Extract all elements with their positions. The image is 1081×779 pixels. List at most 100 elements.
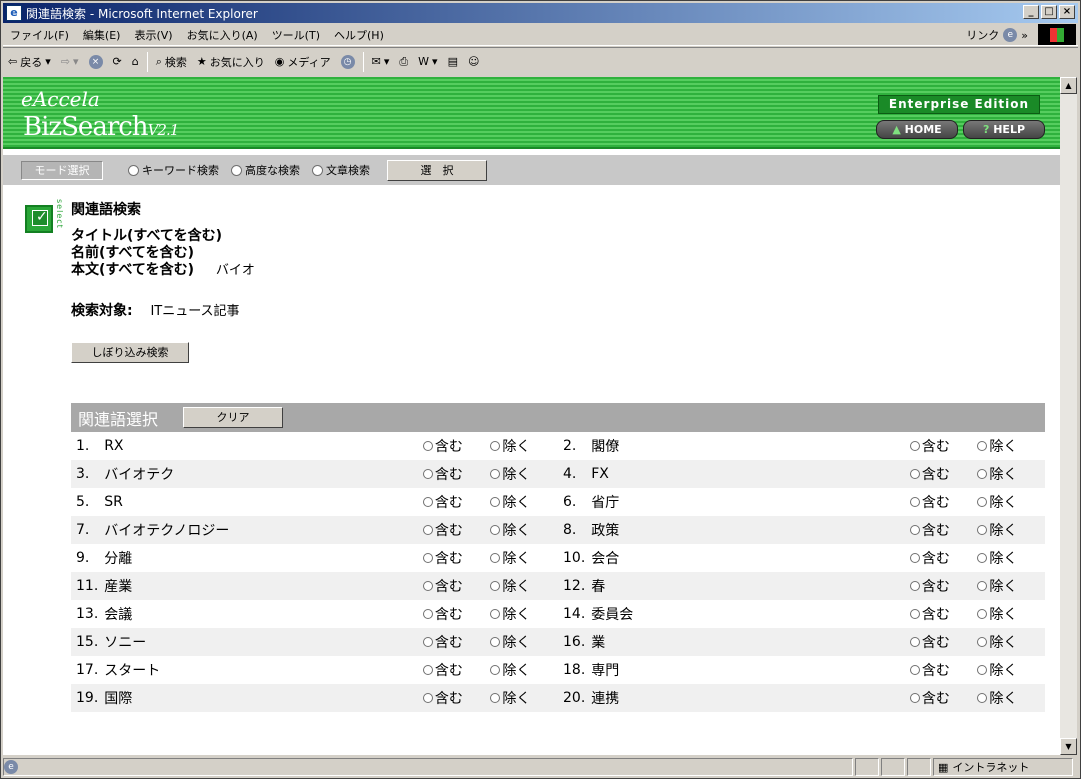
- include-radio[interactable]: [909, 553, 920, 563]
- include-radio[interactable]: [909, 609, 920, 619]
- exclude-option[interactable]: 除く: [977, 492, 1045, 512]
- scroll-up-button[interactable]: ▲: [1060, 77, 1077, 94]
- include-option[interactable]: 含む: [909, 660, 978, 680]
- include-option[interactable]: 含む: [422, 548, 491, 568]
- exclude-option[interactable]: 除く: [977, 576, 1045, 596]
- include-radio[interactable]: [422, 665, 433, 675]
- exclude-option[interactable]: 除く: [490, 548, 558, 568]
- exclude-radio[interactable]: [490, 609, 501, 619]
- exclude-radio[interactable]: [977, 469, 988, 479]
- exclude-radio[interactable]: [490, 693, 501, 703]
- include-option[interactable]: 含む: [422, 632, 491, 652]
- home-toolbar-button[interactable]: ⌂: [127, 55, 144, 68]
- include-option[interactable]: 含む: [909, 464, 978, 484]
- exclude-option[interactable]: 除く: [977, 660, 1045, 680]
- include-option[interactable]: 含む: [422, 520, 491, 540]
- exclude-radio[interactable]: [490, 665, 501, 675]
- exclude-radio[interactable]: [490, 553, 501, 563]
- exclude-radio[interactable]: [977, 665, 988, 675]
- refine-search-button[interactable]: しぼり込み検索: [71, 342, 189, 363]
- close-button[interactable]: ×: [1059, 5, 1075, 19]
- include-radio[interactable]: [422, 525, 433, 535]
- home-button[interactable]: ▲ HOME: [876, 120, 958, 139]
- include-option[interactable]: 含む: [422, 604, 491, 624]
- exclude-radio[interactable]: [490, 525, 501, 535]
- menu-edit[interactable]: 編集(E): [76, 27, 128, 43]
- menu-favorites[interactable]: お気に入り(A): [180, 27, 265, 43]
- search-button[interactable]: ⌕ 検索: [151, 54, 192, 70]
- exclude-radio[interactable]: [977, 553, 988, 563]
- include-option[interactable]: 含む: [909, 688, 978, 708]
- include-option[interactable]: 含む: [422, 436, 491, 456]
- menu-tools[interactable]: ツール(T): [265, 27, 327, 43]
- stop-button[interactable]: ×: [84, 54, 108, 69]
- exclude-radio[interactable]: [490, 497, 501, 507]
- include-radio[interactable]: [909, 497, 920, 507]
- exclude-option[interactable]: 除く: [490, 576, 558, 596]
- mode-document-option[interactable]: 文章検索: [312, 162, 370, 178]
- mode-keyword-radio[interactable]: [128, 164, 139, 176]
- exclude-option[interactable]: 除く: [490, 604, 558, 624]
- exclude-radio[interactable]: [977, 441, 988, 451]
- favorites-button[interactable]: ★ お気に入り: [192, 54, 270, 70]
- menu-file[interactable]: ファイル(F): [3, 27, 76, 43]
- exclude-option[interactable]: 除く: [977, 548, 1045, 568]
- exclude-option[interactable]: 除く: [490, 688, 558, 708]
- include-radio[interactable]: [909, 665, 920, 675]
- messenger-button[interactable]: ☺: [463, 55, 484, 68]
- exclude-option[interactable]: 除く: [490, 492, 558, 512]
- include-option[interactable]: 含む: [909, 436, 978, 456]
- include-option[interactable]: 含む: [909, 548, 978, 568]
- exclude-radio[interactable]: [977, 637, 988, 647]
- include-radio[interactable]: [422, 441, 433, 451]
- exclude-option[interactable]: 除く: [490, 660, 558, 680]
- exclude-option[interactable]: 除く: [977, 688, 1045, 708]
- exclude-option[interactable]: 除く: [977, 604, 1045, 624]
- include-option[interactable]: 含む: [422, 576, 491, 596]
- include-radio[interactable]: [422, 497, 433, 507]
- exclude-option[interactable]: 除く: [977, 632, 1045, 652]
- exclude-option[interactable]: 除く: [977, 436, 1045, 456]
- menu-view[interactable]: 表示(V): [127, 27, 179, 43]
- exclude-radio[interactable]: [977, 581, 988, 591]
- minimize-button[interactable]: _: [1023, 5, 1039, 19]
- include-option[interactable]: 含む: [422, 492, 491, 512]
- include-radio[interactable]: [422, 469, 433, 479]
- include-radio[interactable]: [909, 693, 920, 703]
- include-radio[interactable]: [909, 525, 920, 535]
- exclude-radio[interactable]: [977, 497, 988, 507]
- mode-document-radio[interactable]: [312, 164, 323, 176]
- exclude-option[interactable]: 除く: [977, 520, 1045, 540]
- clear-button[interactable]: クリア: [183, 407, 284, 428]
- scroll-down-button[interactable]: ▼: [1060, 738, 1077, 755]
- media-button[interactable]: ◉ メディア: [270, 54, 336, 70]
- include-option[interactable]: 含む: [422, 660, 491, 680]
- mode-keyword-option[interactable]: キーワード検索: [128, 162, 219, 178]
- include-radio[interactable]: [422, 693, 433, 703]
- mode-advanced-option[interactable]: 高度な検索: [231, 162, 300, 178]
- exclude-option[interactable]: 除く: [977, 464, 1045, 484]
- links-more[interactable]: »: [1021, 29, 1028, 42]
- exclude-radio[interactable]: [490, 441, 501, 451]
- exclude-option[interactable]: 除く: [490, 632, 558, 652]
- mode-select-button[interactable]: 選 択: [387, 159, 487, 181]
- maximize-button[interactable]: □: [1041, 5, 1057, 19]
- include-radio[interactable]: [422, 553, 433, 563]
- include-option[interactable]: 含む: [422, 688, 491, 708]
- link-ie-icon[interactable]: e: [1003, 28, 1018, 42]
- include-radio[interactable]: [422, 581, 433, 591]
- mail-button[interactable]: ✉ ▾: [367, 55, 395, 68]
- include-radio[interactable]: [422, 609, 433, 619]
- forward-button[interactable]: ⇨ ▾: [56, 55, 84, 68]
- include-option[interactable]: 含む: [909, 632, 978, 652]
- refresh-button[interactable]: ⟳: [108, 55, 127, 68]
- exclude-option[interactable]: 除く: [490, 520, 558, 540]
- menu-help[interactable]: ヘルプ(H): [327, 27, 391, 43]
- include-radio[interactable]: [909, 441, 920, 451]
- discuss-button[interactable]: ▤: [443, 55, 463, 68]
- include-option[interactable]: 含む: [909, 576, 978, 596]
- include-option[interactable]: 含む: [909, 520, 978, 540]
- links-label[interactable]: リンク: [966, 27, 999, 43]
- edit-button[interactable]: W ▾: [413, 55, 442, 68]
- include-radio[interactable]: [909, 637, 920, 647]
